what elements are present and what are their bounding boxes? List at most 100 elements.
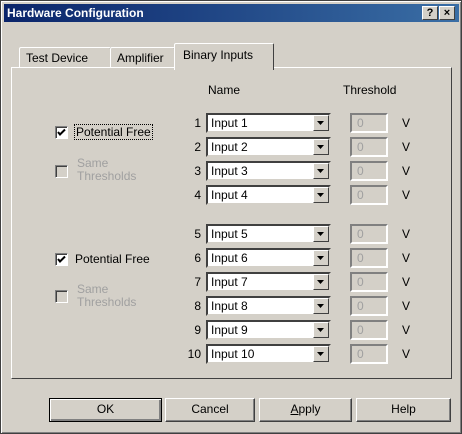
input-number: 8 (194, 299, 201, 313)
input-number: 4 (194, 188, 201, 202)
input-number: 3 (194, 164, 201, 178)
same-thresholds-line1: Same (77, 282, 109, 296)
threshold-unit: V (402, 323, 411, 337)
input-name-dropdown[interactable]: Input 6 (206, 248, 331, 268)
dropdown-button[interactable] (313, 322, 329, 338)
chevron-down-icon (317, 256, 324, 260)
threshold-field[interactable]: 0 (350, 161, 388, 181)
threshold-field[interactable]: 0 (350, 344, 388, 364)
threshold-unit: V (402, 275, 411, 289)
potential-free-checkbox-2[interactable] (55, 253, 68, 266)
same-thresholds-checkbox-1[interactable] (55, 165, 68, 178)
threshold-field[interactable]: 0 (350, 113, 388, 133)
threshold-column-header: Threshold (343, 83, 397, 97)
dropdown-button[interactable] (313, 139, 329, 155)
threshold-field[interactable]: 0 (350, 137, 388, 157)
dropdown-button[interactable] (313, 250, 329, 266)
chevron-down-icon (317, 280, 324, 284)
threshold-field[interactable]: 0 (350, 296, 388, 316)
input-name-dropdown[interactable]: Input 2 (206, 137, 331, 157)
threshold-unit: V (402, 164, 411, 178)
threshold-field[interactable]: 0 (350, 185, 388, 205)
input-name-value: Input 10 (211, 347, 255, 361)
same-thresholds-line1: Same (77, 156, 109, 170)
name-column-header: Name (208, 83, 241, 97)
check-icon (57, 128, 66, 136)
threshold-unit: V (402, 299, 411, 313)
input-number: 10 (187, 347, 201, 361)
input-number: 7 (194, 275, 201, 289)
chevron-down-icon (317, 304, 324, 308)
chevron-down-icon (317, 352, 324, 356)
input-name-dropdown[interactable]: Input 8 (206, 296, 331, 316)
input-name-value: Input 7 (211, 275, 248, 289)
input-number: 9 (194, 323, 201, 337)
chevron-down-icon (317, 145, 324, 149)
potential-free-label-2: Potential Free (75, 252, 150, 266)
same-thresholds-label-2: Same Thresholds (77, 283, 136, 309)
input-name-value: Input 5 (211, 227, 248, 241)
same-thresholds-line2: Thresholds (77, 169, 137, 183)
help-button[interactable]: Help (356, 398, 451, 422)
threshold-field[interactable]: 0 (350, 248, 388, 268)
threshold-value: 0 (357, 116, 364, 130)
dropdown-button[interactable] (313, 298, 329, 314)
threshold-unit: V (402, 227, 411, 241)
threshold-value: 0 (357, 299, 364, 313)
threshold-value: 0 (357, 140, 364, 154)
chevron-down-icon (317, 193, 324, 197)
chevron-down-icon (317, 169, 324, 173)
same-thresholds-line2: Thresholds (77, 295, 137, 309)
threshold-field[interactable]: 0 (350, 272, 388, 292)
threshold-unit: V (402, 251, 411, 265)
input-name-dropdown[interactable]: Input 1 (206, 113, 331, 133)
threshold-field[interactable]: 0 (350, 224, 388, 244)
threshold-value: 0 (357, 251, 364, 265)
potential-free-text-1: Potential Free (74, 124, 153, 140)
dropdown-button[interactable] (313, 346, 329, 362)
threshold-unit: V (402, 188, 411, 202)
threshold-value: 0 (357, 164, 364, 178)
dropdown-button[interactable] (313, 163, 329, 179)
threshold-value: 0 (357, 227, 364, 241)
input-name-dropdown[interactable]: Input 4 (206, 185, 331, 205)
input-number: 5 (194, 227, 201, 241)
input-name-value: Input 3 (211, 164, 248, 178)
input-name-value: Input 2 (211, 140, 248, 154)
dropdown-button[interactable] (313, 274, 329, 290)
input-name-value: Input 9 (211, 323, 248, 337)
input-name-value: Input 6 (211, 251, 248, 265)
threshold-value: 0 (357, 323, 364, 337)
input-name-value: Input 1 (211, 116, 248, 130)
check-icon (57, 255, 66, 263)
threshold-value: 0 (357, 347, 364, 361)
input-name-dropdown[interactable]: Input 3 (206, 161, 331, 181)
input-name-value: Input 4 (211, 188, 248, 202)
apply-button[interactable]: Apply (259, 398, 352, 422)
dropdown-button[interactable] (313, 187, 329, 203)
threshold-value: 0 (357, 275, 364, 289)
same-thresholds-checkbox-2[interactable] (55, 290, 68, 303)
chevron-down-icon (317, 328, 324, 332)
ok-button[interactable]: OK (49, 398, 162, 422)
dropdown-button[interactable] (313, 226, 329, 242)
threshold-unit: V (402, 347, 411, 361)
threshold-field[interactable]: 0 (350, 320, 388, 340)
same-thresholds-label-1: Same Thresholds (77, 157, 136, 183)
potential-free-checkbox-1[interactable] (55, 126, 68, 139)
chevron-down-icon (317, 121, 324, 125)
input-name-value: Input 8 (211, 299, 248, 313)
threshold-unit: V (402, 140, 411, 154)
input-name-dropdown[interactable]: Input 10 (206, 344, 331, 364)
input-name-dropdown[interactable]: Input 7 (206, 272, 331, 292)
input-number: 6 (194, 251, 201, 265)
input-number: 1 (194, 116, 201, 130)
input-name-dropdown[interactable]: Input 9 (206, 320, 331, 340)
dropdown-button[interactable] (313, 115, 329, 131)
chevron-down-icon (317, 232, 324, 236)
potential-free-label-1: Potential Free (74, 124, 153, 140)
cancel-button[interactable]: Cancel (165, 398, 255, 422)
input-number: 2 (194, 140, 201, 154)
threshold-value: 0 (357, 188, 364, 202)
input-name-dropdown[interactable]: Input 5 (206, 224, 331, 244)
